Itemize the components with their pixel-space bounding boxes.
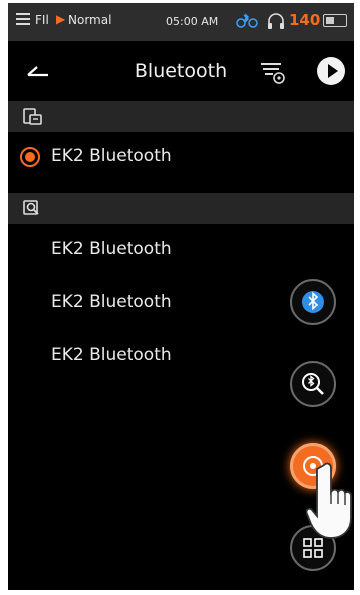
available-device-row[interactable]: EK2 Bluetooth bbox=[8, 225, 354, 277]
device-name: EK2 Bluetooth bbox=[51, 292, 172, 312]
device-screen: FIl ▶ Normal 05:00 AM 140 Bluetooth EK2 … bbox=[8, 3, 354, 590]
device-name: EK2 Bluetooth bbox=[51, 345, 172, 365]
device-name: EK2 Bluetooth bbox=[51, 146, 172, 166]
menu-icon[interactable] bbox=[16, 13, 30, 25]
search-devices-icon bbox=[23, 200, 39, 215]
headphones-icon bbox=[268, 13, 284, 29]
volume-level: 140 bbox=[289, 11, 321, 29]
paired-device-row[interactable]: EK2 Bluetooth bbox=[8, 132, 354, 184]
clock: 05:00 AM bbox=[166, 15, 219, 28]
playing-icon: ▶ bbox=[56, 12, 66, 26]
battery-icon bbox=[323, 14, 347, 27]
available-devices-header bbox=[8, 193, 354, 224]
title-bar: Bluetooth bbox=[8, 41, 354, 101]
device-name: EK2 Bluetooth bbox=[51, 239, 172, 259]
bluetooth-toggle-icon bbox=[302, 291, 324, 313]
bluetooth-toggle-button[interactable] bbox=[290, 279, 336, 325]
mode-label: Normal bbox=[68, 13, 112, 27]
paired-devices-header bbox=[8, 101, 354, 132]
bluetooth-status-icon bbox=[236, 13, 258, 28]
pointing-hand-icon bbox=[306, 462, 352, 539]
bluetooth-search-button[interactable] bbox=[290, 361, 336, 407]
source-label: FIl bbox=[35, 13, 49, 27]
bluetooth-search-icon bbox=[302, 373, 324, 395]
paired-devices-icon bbox=[23, 108, 42, 125]
selected-radio-icon[interactable] bbox=[20, 147, 40, 167]
filter-settings-icon[interactable] bbox=[258, 59, 286, 85]
page-title: Bluetooth bbox=[134, 60, 228, 82]
status-bar: FIl ▶ Normal 05:00 AM 140 bbox=[8, 3, 354, 41]
play-icon[interactable] bbox=[317, 57, 345, 85]
